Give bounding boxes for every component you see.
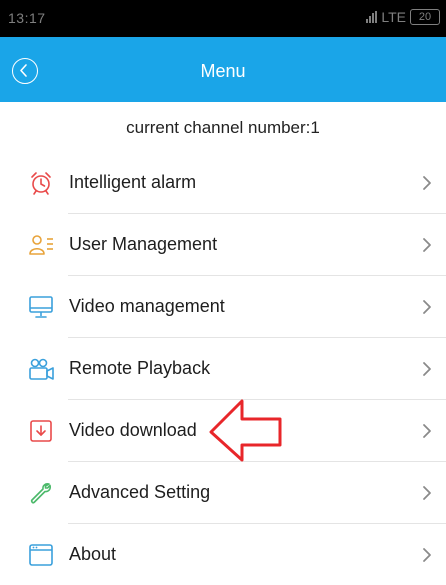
status-time: 13:17 [8,10,46,26]
menu-screen: 13:17 LTE 20 Menu current channel number… [0,0,446,585]
download-icon [30,420,52,442]
menu-item-label: Video download [69,420,197,440]
menu-item-remote-playback[interactable]: Remote Playback [0,338,446,400]
menu-item-advanced-setting[interactable]: Advanced Setting [0,462,446,524]
menu-item-label: Intelligent alarm [69,172,197,192]
chevron-right-icon [423,362,431,376]
chevron-right-icon [423,424,431,438]
battery-icon: 20 [410,9,440,25]
menu-item-label: Video management [69,296,225,316]
chevron-right-icon [423,300,431,314]
annotation-arrow-icon [209,399,282,462]
monitor-icon [29,296,53,318]
chevron-right-icon [423,238,431,252]
network-type: LTE [381,9,406,25]
page-title: Menu [200,61,246,81]
channel-number-label: current channel number:1 [126,118,320,137]
chevron-right-icon [423,486,431,500]
menu-item-intelligent-alarm[interactable]: Intelligent alarm [0,152,446,214]
header-bar: Menu [0,37,446,102]
menu-item-video-management[interactable]: Video management [0,276,446,338]
status-indicators: LTE 20 [366,9,440,25]
menu-item-label: Remote Playback [69,358,211,378]
alarm-clock-icon [31,172,51,195]
chevron-right-icon [423,548,431,562]
menu-item-user-management[interactable]: User Management [0,214,446,276]
menu-list: Intelligent alarm User Management Video … [0,152,446,585]
video-camera-icon [29,358,54,380]
chevron-right-icon [423,176,431,190]
menu-item-label: Advanced Setting [69,482,211,502]
signal-icon [366,11,378,23]
menu-item-label: User Management [69,234,218,254]
menu-item-label: About [69,544,117,564]
wrench-icon [30,482,52,504]
user-list-icon [29,235,53,255]
window-icon [29,544,53,566]
menu-item-about[interactable]: About [0,524,446,585]
status-bar: 13:17 LTE 20 [0,0,446,37]
